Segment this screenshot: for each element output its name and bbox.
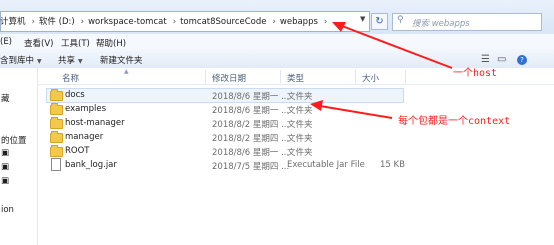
annotation-context-label: 每个包都是一个context: [398, 116, 511, 127]
annotation-host-label: 一个host: [453, 68, 498, 79]
annotation-arrow-host: [341, 25, 453, 69]
annotation-arrowhead-context: [310, 100, 323, 111]
annotation-arrow-context: [319, 105, 393, 119]
